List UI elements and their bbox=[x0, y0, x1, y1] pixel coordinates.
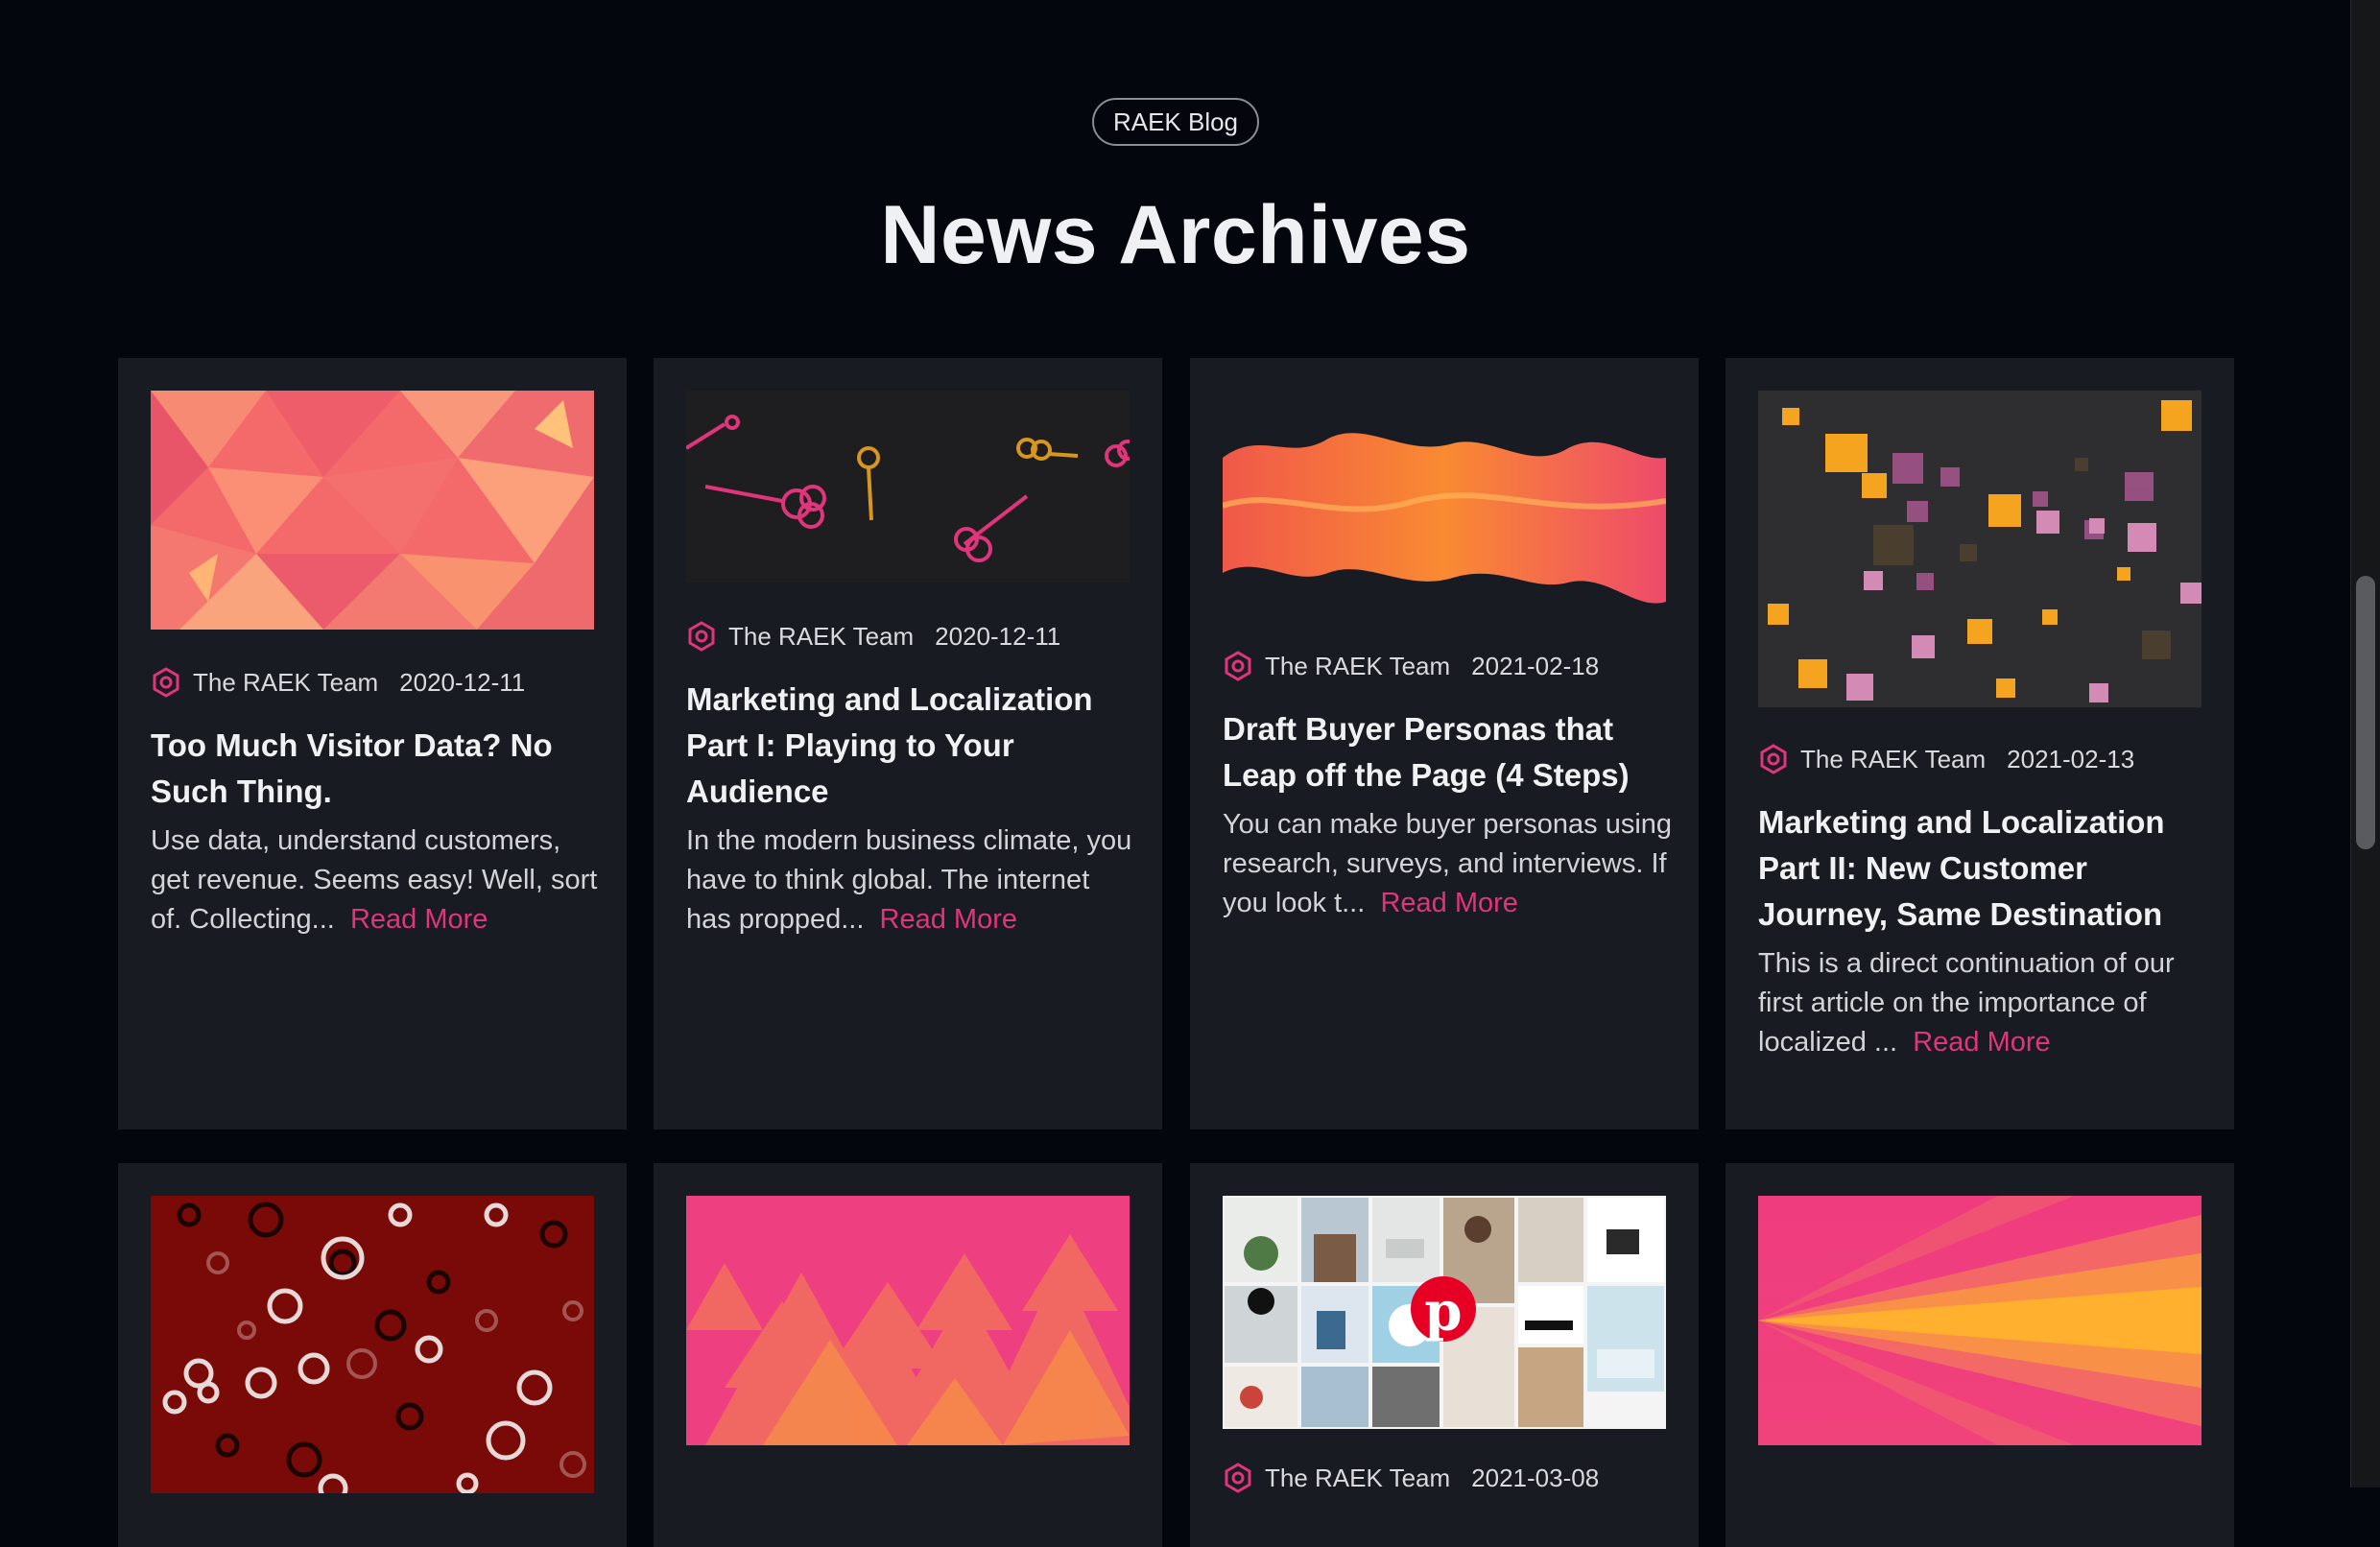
post-meta: The RAEK Team 2020-12-11 bbox=[686, 621, 1060, 652]
post-card[interactable] bbox=[118, 1163, 627, 1547]
post-excerpt: In the modern business climate, you have… bbox=[686, 821, 1137, 940]
post-date: 2021-02-18 bbox=[1471, 651, 1600, 680]
post-image-pinterest-collage[interactable]: p bbox=[1223, 1196, 1666, 1429]
read-more-link[interactable]: Read More bbox=[350, 904, 488, 935]
post-card[interactable]: The RAEK Team 2021-02-18 Draft Buyer Per… bbox=[1190, 358, 1699, 1130]
post-author[interactable]: The RAEK Team bbox=[1265, 1464, 1450, 1493]
post-image-orange-wave[interactable] bbox=[1223, 391, 1666, 613]
post-author[interactable]: The RAEK Team bbox=[728, 622, 914, 652]
post-image-squares[interactable] bbox=[1758, 391, 2202, 707]
post-excerpt: Use data, understand customers, get reve… bbox=[151, 821, 602, 940]
raek-logo-icon bbox=[1225, 1463, 1251, 1493]
post-author[interactable]: The RAEK Team bbox=[1265, 652, 1450, 681]
post-title[interactable]: Draft Buyer Personas that Leap off the P… bbox=[1223, 706, 1674, 798]
post-card[interactable]: The RAEK Team 2020-12-11 Marketing and L… bbox=[654, 358, 1162, 1130]
post-meta: The RAEK Team 2021-02-18 bbox=[1223, 651, 1599, 681]
post-image-red-circles[interactable] bbox=[151, 1196, 594, 1493]
post-meta: The RAEK Team 2021-02-13 bbox=[1758, 744, 2134, 774]
post-date: 2020-12-11 bbox=[935, 621, 1061, 651]
post-date: 2021-02-13 bbox=[2007, 744, 2135, 774]
post-author[interactable]: The RAEK Team bbox=[193, 668, 378, 698]
post-image-pink-polygon[interactable] bbox=[151, 391, 594, 630]
raek-logo-icon bbox=[1760, 744, 1787, 774]
post-card[interactable] bbox=[1726, 1163, 2234, 1547]
post-image-pink-triangles[interactable] bbox=[686, 1196, 1130, 1445]
post-title[interactable]: Marketing and Localization Part I: Playi… bbox=[686, 677, 1137, 815]
post-card[interactable]: The RAEK Team 2020-12-11 Too Much Visito… bbox=[118, 358, 627, 1130]
post-card[interactable]: p The RAEK Team 2021-03-08 bbox=[1190, 1163, 1699, 1547]
read-more-link[interactable]: Read More bbox=[1380, 888, 1517, 918]
post-author[interactable]: The RAEK Team bbox=[1800, 745, 1986, 774]
raek-logo-icon bbox=[688, 621, 715, 652]
post-card[interactable] bbox=[654, 1163, 1162, 1547]
page-title: News Archives bbox=[880, 189, 1471, 281]
raek-logo-icon bbox=[1225, 651, 1251, 681]
post-image-keys[interactable] bbox=[686, 391, 1130, 583]
page: RAEK Blog News Archives The RAEK Team 20… bbox=[0, 0, 2351, 1547]
post-excerpt: This is a direct continuation of our fir… bbox=[1758, 944, 2209, 1062]
post-title[interactable]: Too Much Visitor Data? No Such Thing. bbox=[151, 723, 602, 815]
post-date: 2021-03-08 bbox=[1471, 1463, 1600, 1492]
scrollbar[interactable] bbox=[2350, 0, 2380, 1488]
post-title[interactable]: Marketing and Localization Part II: New … bbox=[1758, 799, 2209, 938]
post-image-orange-burst[interactable] bbox=[1758, 1196, 2202, 1445]
post-date: 2020-12-11 bbox=[399, 667, 526, 697]
read-more-link[interactable]: Read More bbox=[1913, 1027, 2050, 1058]
blog-pill[interactable]: RAEK Blog bbox=[1092, 98, 1259, 146]
read-more-link[interactable]: Read More bbox=[880, 904, 1017, 935]
svg-text:p: p bbox=[1424, 1280, 1462, 1344]
post-meta: The RAEK Team 2021-03-08 bbox=[1223, 1463, 1599, 1493]
scrollbar-thumb[interactable] bbox=[2356, 576, 2375, 849]
raek-logo-icon bbox=[153, 667, 179, 698]
post-excerpt: You can make buyer personas using resear… bbox=[1223, 805, 1674, 923]
post-card[interactable]: The RAEK Team 2021-02-13 Marketing and L… bbox=[1726, 358, 2234, 1130]
post-meta: The RAEK Team 2020-12-11 bbox=[151, 667, 525, 698]
